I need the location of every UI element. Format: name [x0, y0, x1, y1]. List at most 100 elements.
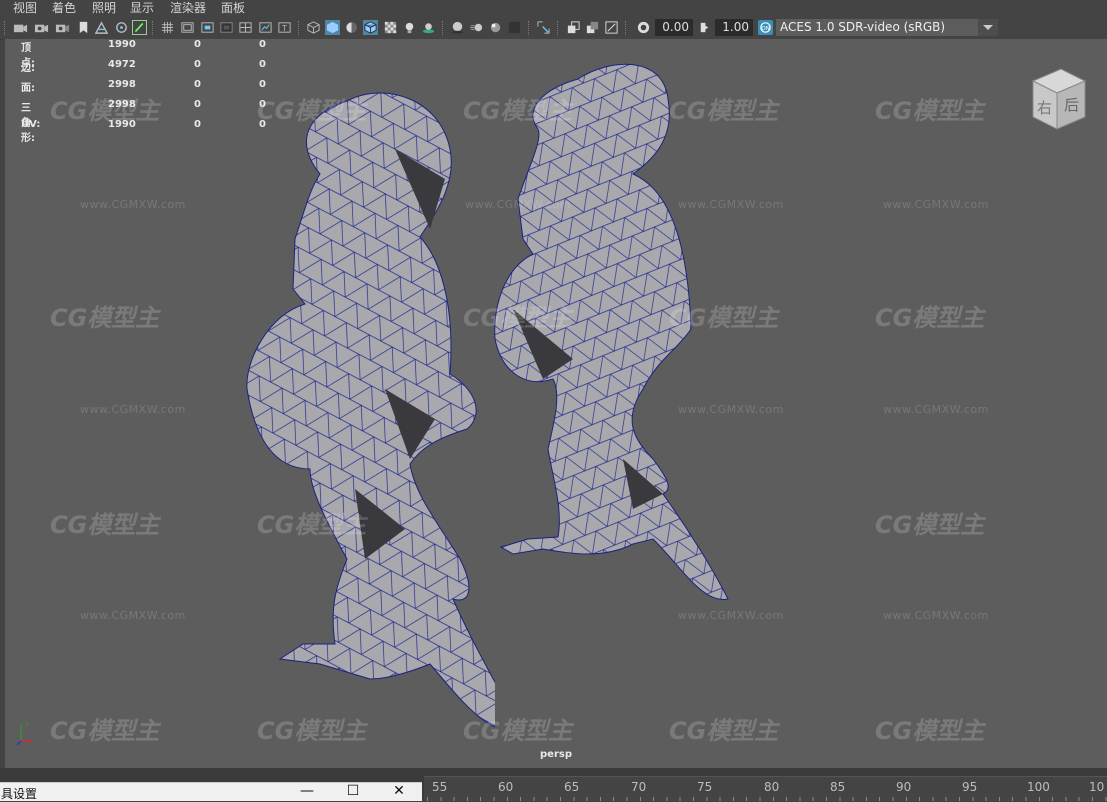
- toolbar-separator: [557, 21, 560, 35]
- svg-text:Y: Y: [24, 721, 30, 729]
- image-plane-icon[interactable]: [76, 20, 91, 35]
- hud-value: 0: [194, 79, 201, 90]
- hud-value: 0: [194, 39, 201, 50]
- perspective-viewport[interactable]: 顶点: 1990 0 0 边: 4972 0 0 面: 2998 0 0 三角形…: [5, 39, 1107, 768]
- safe-title-icon[interactable]: T: [277, 20, 292, 35]
- hud-value: 0: [194, 59, 201, 70]
- watermark-logo: CG模型主: [50, 304, 160, 332]
- shadows-icon[interactable]: [421, 20, 436, 35]
- watermark-logo: CG模型主: [50, 511, 160, 539]
- xray-joints-icon[interactable]: [604, 20, 619, 35]
- view-cube-side-label: 后: [1064, 96, 1080, 114]
- menu-shading[interactable]: 着色: [52, 0, 76, 17]
- watermark-url: www.CGMXW.com: [883, 403, 989, 416]
- exposure-field[interactable]: 0.00: [655, 19, 693, 36]
- menu-show[interactable]: 显示: [130, 0, 154, 17]
- field-chart-icon[interactable]: [238, 20, 253, 35]
- gate-mask-icon[interactable]: [219, 20, 234, 35]
- chevron-down-icon: [978, 19, 998, 36]
- camera-name-label: persp: [540, 749, 572, 760]
- gamma-icon[interactable]: [697, 20, 712, 35]
- watermark-logo: CG模型主: [875, 97, 985, 125]
- use-lights-icon[interactable]: [402, 20, 417, 35]
- watermark-url: www.CGMXW.com: [678, 609, 784, 622]
- smooth-shade-icon[interactable]: [325, 20, 340, 35]
- menu-view[interactable]: 视图: [13, 0, 37, 17]
- wireframe-on-shaded-icon[interactable]: [363, 20, 378, 35]
- tool-settings-window: 具设置 — ☐ ✕: [0, 782, 422, 801]
- depth-of-field-icon[interactable]: [507, 20, 522, 35]
- resolution-gate-icon[interactable]: [200, 20, 215, 35]
- watermark-logo: CG模型主: [50, 717, 160, 745]
- toolbar-separator: [442, 21, 445, 35]
- watermark-url: www.CGMXW.com: [80, 403, 186, 416]
- model-wireframe-right[interactable]: [483, 59, 743, 619]
- watermark-logo: CG模型主: [875, 304, 985, 332]
- view-cube-front-label: 右: [1037, 99, 1053, 117]
- hud-value: 2998: [108, 79, 136, 90]
- toolbar-separator: [528, 21, 531, 35]
- hud-value: 0: [194, 99, 201, 110]
- toolbar-separator: [625, 21, 628, 35]
- svg-text:ON: ON: [761, 26, 770, 32]
- watermark-url: www.CGMXW.com: [883, 198, 989, 211]
- watermark-logo: CG模型主: [463, 304, 573, 332]
- grease-pencil-icon[interactable]: [132, 20, 147, 35]
- time-slider[interactable]: 55 60 65 70 75 80 85 90 95 100 10: [424, 776, 1107, 801]
- watermark-logo: CG模型主: [257, 717, 367, 745]
- watermark-logo: CG模型主: [463, 717, 573, 745]
- watermark-url: www.CGMXW.com: [80, 198, 186, 211]
- wireframe-icon[interactable]: [306, 20, 321, 35]
- color-space-value: ACES 1.0 SDR-video (sRGB): [780, 20, 946, 34]
- menu-panels[interactable]: 面板: [221, 0, 245, 17]
- anti-aliasing-icon[interactable]: [488, 20, 503, 35]
- minimize-button[interactable]: —: [284, 783, 330, 801]
- watermark-logo: CG模型主: [669, 717, 779, 745]
- default-material-icon[interactable]: [344, 20, 359, 35]
- watermark-logo: CG模型主: [257, 97, 367, 125]
- view-cube[interactable]: 右 后: [1027, 67, 1089, 131]
- isolate-select-icon[interactable]: [536, 20, 551, 35]
- screen-space-ao-icon[interactable]: [450, 20, 465, 35]
- hud-value: 0: [259, 39, 266, 50]
- motion-blur-icon[interactable]: [469, 20, 484, 35]
- model-wireframe-left[interactable]: [235, 89, 495, 744]
- camera-icon[interactable]: [13, 20, 28, 35]
- color-space-dropdown[interactable]: ACES 1.0 SDR-video (sRGB): [776, 19, 998, 36]
- watermark-url: www.CGMXW.com: [883, 609, 989, 622]
- close-button[interactable]: ✕: [376, 783, 422, 801]
- watermark-logo: CG模型主: [669, 97, 779, 125]
- hud-label: 边:: [21, 63, 35, 74]
- toolbar-separator: [152, 21, 155, 35]
- menu-lighting[interactable]: 照明: [92, 0, 116, 17]
- watermark-logo: CG模型主: [669, 304, 779, 332]
- bookmark-icon[interactable]: [55, 20, 70, 35]
- grid-icon[interactable]: [160, 20, 175, 35]
- maximize-button[interactable]: ☐: [330, 783, 376, 801]
- film-gate-icon[interactable]: [180, 20, 195, 35]
- xray-icon[interactable]: [566, 20, 581, 35]
- textured-icon[interactable]: [383, 20, 398, 35]
- watermark-url: www.CGMXW.com: [465, 198, 571, 211]
- watermark-url: www.CGMXW.com: [80, 609, 186, 622]
- svg-text:T: T: [281, 24, 287, 33]
- hud-label: 面:: [21, 83, 35, 94]
- tool-settings-title: 具设置: [1, 787, 38, 801]
- menu-renderer[interactable]: 渲染器: [170, 0, 206, 17]
- color-management-icon[interactable]: ON: [758, 20, 773, 35]
- select-camera-icon[interactable]: [94, 20, 109, 35]
- xray-active-components-icon[interactable]: [585, 20, 600, 35]
- watermark-logo: CG模型主: [50, 97, 160, 125]
- toolbar-separator: [298, 21, 301, 35]
- watermark-url: www.CGMXW.com: [678, 403, 784, 416]
- gamma-field[interactable]: 1.00: [715, 19, 753, 36]
- camera-attributes-icon[interactable]: [34, 20, 49, 35]
- exposure-icon[interactable]: [636, 20, 651, 35]
- axis-gizmo-icon: Y: [16, 721, 33, 746]
- watermark-url: www.CGMXW.com: [678, 198, 784, 211]
- select-camera-tumble-icon[interactable]: [114, 20, 129, 35]
- hud-value: 0: [259, 59, 266, 70]
- watermark-logo: CG模型主: [463, 97, 573, 125]
- hud-value: 4972: [108, 59, 136, 70]
- safe-action-icon[interactable]: [258, 20, 273, 35]
